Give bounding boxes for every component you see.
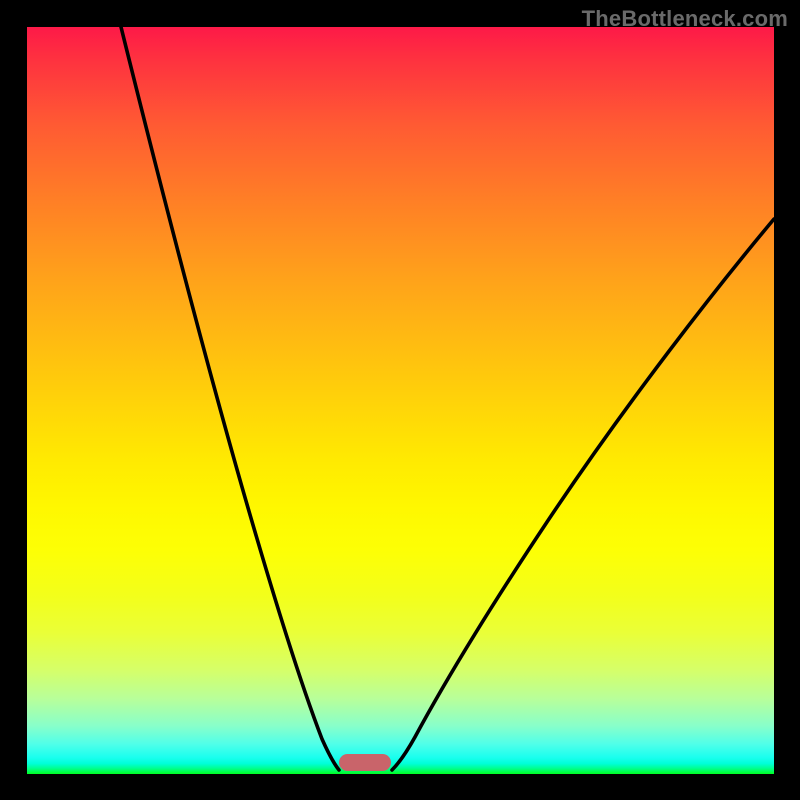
chart-container: TheBottleneck.com [0, 0, 800, 800]
plot-area [27, 27, 774, 774]
bottleneck-curve [27, 27, 774, 774]
target-marker [339, 754, 391, 771]
